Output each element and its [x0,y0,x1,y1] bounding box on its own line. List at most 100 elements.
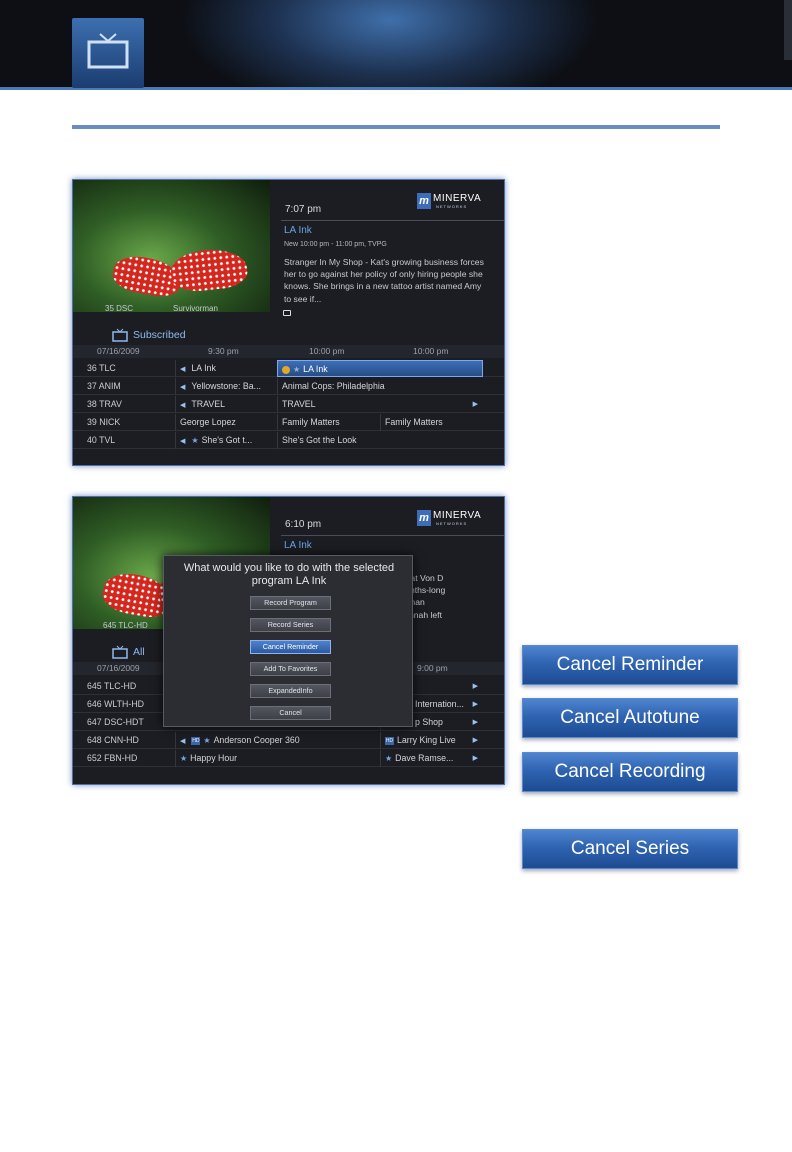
right-arrow-icon: ▶ [472,755,478,762]
table-row: 39 NICK George Lopez Family Matters Fami… [73,414,504,431]
info-divider [281,535,504,536]
program-meta: New 10:00 pm - 11:00 pm, TVPG [284,241,387,248]
program-cell[interactable]: ◀ LA Ink [175,360,276,377]
star-icon: ★ [293,365,301,374]
cancel-button[interactable]: Cancel [250,706,331,720]
program-cell[interactable]: ◀ Yellowstone: Ba... [175,378,276,395]
cell-text: She's Got t... [201,435,253,445]
logo-sub: NETWORKS [436,204,468,209]
cell-text: Animal Cops: Philadelphia [282,381,385,391]
program-cell[interactable]: TRAVEL ▶ [277,396,483,413]
clock: 6:10 pm [285,519,322,530]
cancel-recording-button[interactable]: Cancel Recording [522,752,738,792]
tv-icon [87,33,129,69]
logo-mark: m [417,193,431,209]
cell-text: Happy Hour [190,753,238,763]
program-cell[interactable]: Family Matters [277,414,380,431]
left-arrow-icon: ◀ [180,738,186,745]
minerva-logo: m MINERVA NETWORKS [417,510,482,526]
program-description: Stranger In My Shop - Kat's growing busi… [284,257,484,304]
tv-icon [112,645,128,659]
grid-time-3: 10:00 pm [413,346,449,356]
program-title: LA Ink [284,540,312,551]
left-arrow-icon: ◀ [180,402,186,409]
program-cell[interactable]: HD Larry King Live ▶ [380,732,483,749]
cancel-series-button[interactable]: Cancel Series [522,829,738,869]
cancel-reminder-button[interactable]: Cancel Reminder [522,645,738,685]
info-divider [281,220,504,221]
add-to-favorites-button[interactable]: Add To Favorites [250,662,331,676]
closed-caption-icon [283,310,291,316]
dialog-title-line: What would you like to do with the selec… [183,562,395,574]
dialog-title: What would you like to do with the selec… [164,562,414,588]
clock: 7:07 pm [285,204,322,215]
logo-word: MINERVA [433,193,482,204]
page-edge-tab [784,0,792,60]
cell-text: Larry King Live [397,735,456,745]
left-arrow-icon: ◀ [180,384,186,391]
table-row: 36 TLC ◀ LA Ink ★ LA Ink [73,360,504,377]
cell-text: p Shop [415,717,443,727]
cell-text: LA Ink [303,364,328,374]
cell-text: Family Matters [282,417,340,427]
preview-channel: 35 DSC [105,304,134,313]
cell-text: George Lopez [180,417,236,427]
tv-icon [112,328,128,342]
program-cell-selected[interactable]: ★ LA Ink [277,360,483,377]
program-cell[interactable]: She's Got the Look [277,432,483,449]
program-options-dialog: What would you like to do with the selec… [163,555,413,727]
guide-screen-options: 645 TLC-HD m MINERVA NETWORKS 6:10 pm LA… [72,496,505,785]
program-cell[interactable]: Animal Cops: Philadelphia [277,378,483,395]
program-cell[interactable]: George Lopez [175,414,276,431]
minerva-logo: m MINERVA NETWORKS [417,193,482,209]
expanded-info-button[interactable]: ExpandedInfo [250,684,331,698]
cell-text: TRAVEL [282,399,316,409]
desc-line: Hannah left [398,609,442,620]
right-arrow-icon: ▶ [472,701,478,708]
star-icon: ★ [180,754,188,763]
channel-label: 37 ANIM [87,381,121,391]
program-cell[interactable]: Family Matters [380,414,483,431]
channel-label: 647 DSC-HDT [87,717,144,727]
dialog-title-line: program LA Ink [251,575,327,587]
cell-text: LA Ink [191,363,216,373]
guide-screen-subscribed: 35 DSC Survivorman m MINERVA NETWORKS 7:… [72,179,505,466]
cell-text: Dave Ramse... [395,753,454,763]
channel-label: 648 CNN-HD [87,735,139,745]
program-cell[interactable]: ◀ HD ★ Anderson Cooper 360 [175,732,380,749]
record-program-button[interactable]: Record Program [250,596,331,610]
right-arrow-icon: ▶ [472,737,478,744]
grid-time-2: 10:00 pm [309,346,345,356]
right-arrow-icon: ▶ [472,683,478,690]
table-row: 652 FBN-HD ★ Happy Hour ★ Dave Ramse... ▶ [73,750,504,767]
logo-word: MINERVA [433,510,482,521]
channel-label: 652 FBN-HD [87,753,138,763]
guide-filter-label[interactable]: Subscribed [133,329,186,341]
table-row: 40 TVL ◀ ★ She's Got t... She's Got the Lo… [73,432,504,449]
grid-date: 07/16/2009 [97,346,140,356]
channel-label: 646 WLTH-HD [87,699,145,709]
channel-label: 39 NICK [87,417,121,427]
preview-channel: 645 TLC-HD [103,621,148,630]
program-cell[interactable]: ★ Dave Ramse... ▶ [380,750,483,767]
grid-time-1: 9:30 pm [208,346,239,356]
grid-header: 07/16/2009 9:30 pm 10:00 pm 10:00 pm [73,345,504,358]
desc-line: er than [398,597,425,608]
logo-sub: NETWORKS [436,521,468,526]
program-cell[interactable]: ◀ ★ She's Got t... [175,432,276,449]
guide-filter-label[interactable]: All [133,646,145,658]
cancel-autotune-button[interactable]: Cancel Autotune [522,698,738,738]
program-cell[interactable]: ★ Happy Hour [175,750,380,767]
channel-label: 40 TVL [87,435,116,445]
left-arrow-icon: ◀ [180,366,186,373]
cell-text: She's Got the Look [282,435,357,445]
preview-program: Survivorman [173,304,218,313]
hd-badge-icon: HD [385,736,394,745]
program-title: LA Ink [284,225,312,236]
reminder-icon [282,365,290,374]
table-row: 37 ANIM ◀ Yellowstone: Ba... Animal Cops:… [73,378,504,395]
record-series-button[interactable]: Record Series [250,618,331,632]
cancel-reminder-button[interactable]: Cancel Reminder [250,640,331,654]
cell-text: Yellowstone: Ba... [191,381,261,391]
program-cell[interactable]: ◀ TRAVEL [175,396,276,413]
